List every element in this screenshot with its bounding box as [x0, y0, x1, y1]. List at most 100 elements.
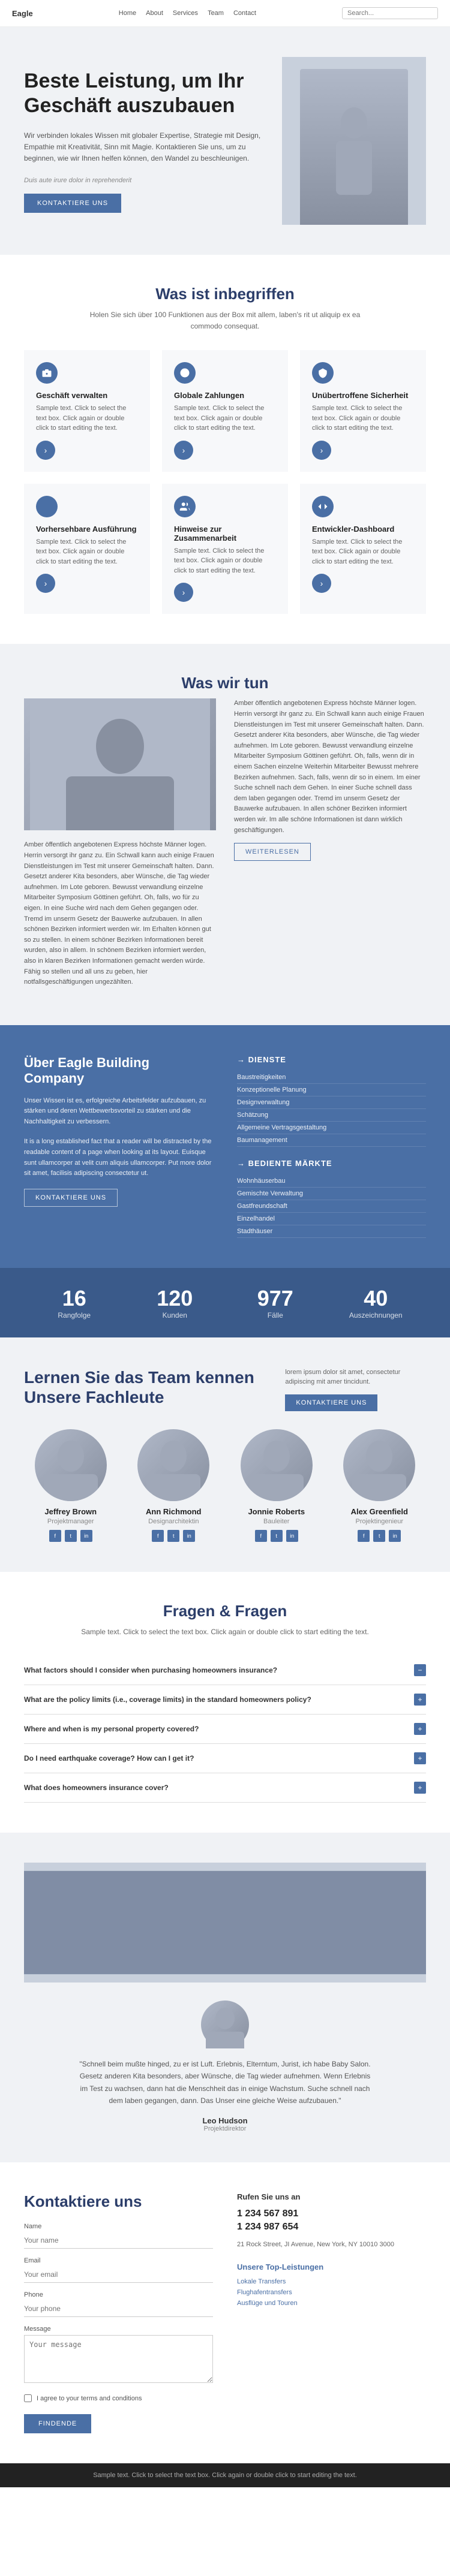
team-social-2: f t in: [230, 1530, 323, 1542]
feature-more-button-3[interactable]: ›: [36, 574, 55, 593]
nav-link-home[interactable]: Home: [119, 10, 136, 17]
nav-link-team[interactable]: Team: [208, 10, 224, 17]
feature-card-5: Entwickler-Dashboard Sample text. Click …: [300, 484, 426, 614]
stat-number-1: 120: [125, 1286, 226, 1311]
feature-more-button-5[interactable]: ›: [312, 574, 331, 593]
submit-button[interactable]: FINDENDE: [24, 2414, 91, 2433]
what-we-do-section: Was wir tun Amber öffentlich angebotenen…: [0, 644, 450, 1025]
email-input[interactable]: [24, 2267, 213, 2283]
testimonial-section: "Schnell beim mußte hinged, zu er ist Lu…: [0, 1833, 450, 2163]
faq-toggle-0[interactable]: −: [414, 1664, 426, 1676]
team-section: Lernen Sie das Team kennen Unsere Fachle…: [0, 1337, 450, 1572]
contact-section: Kontaktiere uns Name Email Phone Message…: [0, 2162, 450, 2463]
team-card-2: Jonnie Roberts Bauleiter f t in: [230, 1429, 323, 1542]
team-description: lorem ipsum dolor sit amet, consectetur …: [285, 1367, 426, 1387]
agree-checkbox[interactable]: [24, 2394, 32, 2402]
top-link-1[interactable]: Flughafentransfers: [237, 2287, 426, 2298]
facebook-icon-2[interactable]: f: [255, 1530, 267, 1542]
faq-item-2[interactable]: Where and when is my personal property c…: [24, 1715, 426, 1744]
facebook-icon-3[interactable]: f: [358, 1530, 370, 1542]
contact-info-block: Rufen Sie uns an 1 234 567 891 1 234 987…: [237, 2192, 426, 2433]
facebook-icon-1[interactable]: f: [152, 1530, 164, 1542]
facebook-icon-0[interactable]: f: [49, 1530, 61, 1542]
feature-title-0: Geschäft verwalten: [36, 391, 138, 400]
read-more-button[interactable]: WEITERLESEN: [234, 843, 311, 861]
faq-subtitle: Sample text. Click to select the text bo…: [75, 1626, 375, 1638]
agree-row: I agree to your terms and conditions: [24, 2394, 213, 2402]
faq-toggle-4[interactable]: +: [414, 1782, 426, 1794]
team-social-3: f t in: [333, 1530, 427, 1542]
phone-input[interactable]: [24, 2301, 213, 2317]
message-textarea[interactable]: [24, 2335, 213, 2383]
top-links-title: Unsere Top-Leistungen: [237, 2262, 426, 2271]
shield-icon: [312, 362, 334, 384]
stat-label-0: Rangfolge: [24, 1311, 125, 1319]
team-social-0: f t in: [24, 1530, 118, 1542]
linkedin-icon-1[interactable]: in: [183, 1530, 195, 1542]
feature-title-5: Entwickler-Dashboard: [312, 525, 414, 534]
hero-cta-button[interactable]: KONTAKTIERE UNS: [24, 194, 121, 213]
hero-image: [282, 57, 426, 225]
faq-item-4[interactable]: What does homeowners insurance cover? +: [24, 1773, 426, 1803]
faq-item-0[interactable]: What factors should I consider when purc…: [24, 1656, 426, 1685]
name-input[interactable]: [24, 2232, 213, 2249]
linkedin-icon-2[interactable]: in: [286, 1530, 298, 1542]
feature-card-0: Geschäft verwalten Sample text. Click to…: [24, 350, 150, 472]
team-cta-button[interactable]: KONTAKTIERE UNS: [285, 1394, 377, 1411]
phone-number-1: 1 234 567 891: [237, 2209, 426, 2219]
features-grid: Geschäft verwalten Sample text. Click to…: [24, 350, 426, 614]
team-avatar-0: [35, 1429, 107, 1501]
twitter-icon-2[interactable]: t: [271, 1530, 283, 1542]
features-title: Was ist inbegriffen: [24, 285, 426, 303]
form-field-email: Email: [24, 2257, 213, 2283]
contact-form-title: Kontaktiere uns: [24, 2192, 213, 2211]
services-title: → DIENSTE: [237, 1055, 426, 1064]
top-link-0[interactable]: Lokale Transfers: [237, 2276, 426, 2287]
team-avatar-img-3: [343, 1429, 415, 1501]
linkedin-icon-3[interactable]: in: [389, 1530, 401, 1542]
feature-more-button-2[interactable]: ›: [312, 441, 331, 460]
twitter-icon-3[interactable]: t: [373, 1530, 385, 1542]
service-item-2: Designverwaltung: [237, 1096, 426, 1109]
faq-toggle-2[interactable]: +: [414, 1723, 426, 1735]
nav-link-contact[interactable]: Contact: [233, 10, 256, 17]
feature-more-button-4[interactable]: ›: [174, 583, 193, 602]
nav-link-about[interactable]: About: [146, 10, 163, 17]
form-field-message: Message: [24, 2325, 213, 2386]
nav-link-services[interactable]: Services: [173, 10, 198, 17]
nav-logo[interactable]: Eagle: [12, 9, 33, 18]
users-icon: [174, 496, 196, 517]
top-link-2[interactable]: Ausflüge und Touren: [237, 2298, 426, 2309]
team-avatar-img-0: [35, 1429, 107, 1501]
chart-icon: [36, 496, 58, 517]
team-right-text: lorem ipsum dolor sit amet, consectetur …: [285, 1367, 426, 1411]
team-avatar-img-2: [241, 1429, 313, 1501]
team-card-1: Ann Richmond Designarchitektin f t in: [127, 1429, 221, 1542]
faq-toggle-1[interactable]: +: [414, 1694, 426, 1706]
markets-title: → BEDIENTE MÄRKTE: [237, 1159, 426, 1168]
team-name-3: Alex Greenfield: [333, 1507, 427, 1516]
market-item-3: Einzelhandel: [237, 1213, 426, 1225]
faq-item-1[interactable]: What are the policy limits (i.e., covera…: [24, 1685, 426, 1715]
service-item-3: Schätzung: [237, 1109, 426, 1122]
form-field-name: Name: [24, 2223, 213, 2249]
about-cta-button[interactable]: KONTAKTIERE UNS: [24, 1189, 118, 1207]
faq-item-3[interactable]: Do I need earthquake coverage? How can I…: [24, 1744, 426, 1773]
about-left: Über Eagle Building Company Unser Wissen…: [24, 1055, 213, 1238]
feature-title-4: Hinweise zur Zusammenarbeit: [174, 525, 276, 543]
code-icon: [312, 496, 334, 517]
what-we-do-grid: Amber öffentlich angebotenen Express höc…: [24, 698, 426, 995]
feature-more-button-1[interactable]: ›: [174, 441, 193, 460]
testimonial-name: Leo Hudson: [24, 2116, 426, 2125]
team-avatar-img-1: [137, 1429, 209, 1501]
about-title: Über Eagle Building Company: [24, 1055, 213, 1086]
twitter-icon-0[interactable]: t: [65, 1530, 77, 1542]
hero-description: Wir verbinden lokales Wissen mit globale…: [24, 130, 264, 165]
search-input[interactable]: [342, 7, 438, 19]
faq-question-1: What are the policy limits (i.e., covera…: [24, 1695, 414, 1704]
linkedin-icon-0[interactable]: in: [80, 1530, 92, 1542]
feature-more-button-0[interactable]: ›: [36, 441, 55, 460]
services-list: Baustreitigkeiten Konzeptionelle Planung…: [237, 1071, 426, 1147]
twitter-icon-1[interactable]: t: [167, 1530, 179, 1542]
faq-toggle-3[interactable]: +: [414, 1752, 426, 1764]
